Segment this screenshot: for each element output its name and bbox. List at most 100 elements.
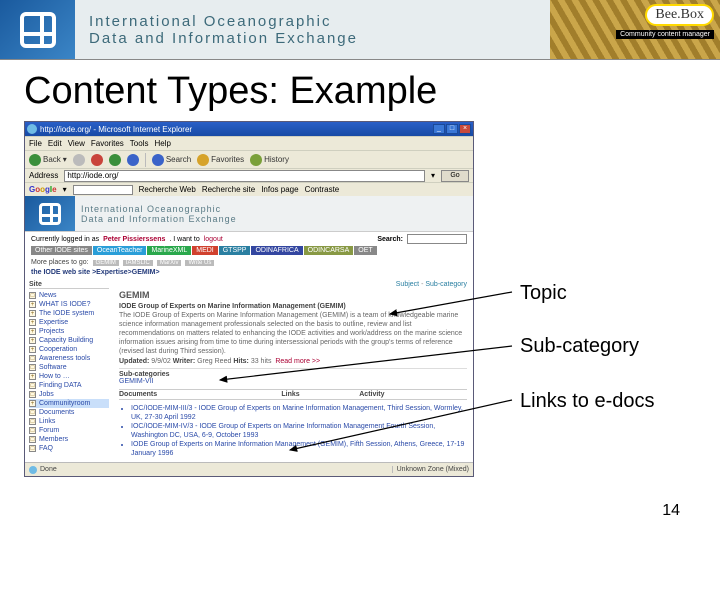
google-page-info[interactable]: Infos page xyxy=(261,185,298,194)
search-icon xyxy=(152,154,164,166)
forward-button[interactable] xyxy=(73,154,85,166)
menu-tools[interactable]: Tools xyxy=(130,139,149,148)
sidebar-item-cooperation[interactable]: +Cooperation xyxy=(29,345,109,354)
chip-writeus[interactable]: Write Us xyxy=(185,260,214,266)
chevron-down-icon[interactable]: ▾ xyxy=(431,171,435,180)
tab-odinafrica[interactable]: ODINAFRICA xyxy=(251,246,302,255)
tab-marinexml[interactable]: MarineXML xyxy=(147,246,191,255)
stop-button[interactable] xyxy=(91,154,103,166)
doc-link[interactable]: IOC/IODE-MIM-III/3 - IODE Group of Exper… xyxy=(131,404,467,422)
tab-gtspp[interactable]: GTSPP xyxy=(219,246,251,255)
maximize-icon[interactable]: □ xyxy=(446,124,458,134)
beebox-label: Bee.Box xyxy=(645,4,714,26)
forward-icon xyxy=(73,154,85,166)
menu-view[interactable]: View xyxy=(68,139,85,148)
sidebar-header: Site xyxy=(29,281,109,289)
subcategory-link[interactable]: GEMIM-VII xyxy=(119,378,154,385)
refresh-icon xyxy=(109,154,121,166)
plus-icon: + xyxy=(29,301,36,308)
logout-link[interactable]: logout xyxy=(204,236,223,243)
address-input[interactable] xyxy=(64,170,425,182)
iode-logo xyxy=(0,0,75,59)
chip-iamslic[interactable]: IAMSLIC xyxy=(123,260,153,266)
tab-activity[interactable]: Activity xyxy=(359,389,467,399)
google-site-search[interactable]: Recherche site xyxy=(202,185,255,194)
chip-marxiv[interactable]: MarXiv xyxy=(157,260,182,266)
status-bar: Done Unknown Zone (Mixed) xyxy=(25,462,473,476)
sidebar-item-communityroom[interactable]: +Communityroom xyxy=(29,399,109,408)
google-search-input[interactable] xyxy=(73,185,133,195)
plus-icon: + xyxy=(29,337,36,344)
back-button[interactable]: Back▾ xyxy=(29,154,67,166)
sidebar-item-finding-data[interactable]: □Finding DATA xyxy=(29,381,109,390)
search-button[interactable]: Search xyxy=(152,154,191,166)
tab-oet[interactable]: OET xyxy=(354,246,376,255)
sidebar-item-jobs[interactable]: □Jobs xyxy=(29,390,109,399)
sidebar-item-links[interactable]: □Links xyxy=(29,417,109,426)
tab-links[interactable]: Links xyxy=(281,389,359,399)
menu-file[interactable]: File xyxy=(29,139,42,148)
content-tabs: Documents Links Activity xyxy=(119,389,467,400)
tab-other-sites[interactable]: Other IODE sites xyxy=(31,246,92,255)
stop-icon xyxy=(91,154,103,166)
tab-documents[interactable]: Documents xyxy=(119,389,281,399)
crumb-subject[interactable]: Subject xyxy=(396,281,419,288)
favorites-button[interactable]: Favorites xyxy=(197,154,244,166)
read-more-link[interactable]: Read more >> xyxy=(275,358,320,365)
search-input[interactable] xyxy=(407,234,467,244)
subcategory-label: Sub-categories xyxy=(119,368,467,378)
chevron-down-icon: ▾ xyxy=(63,155,67,164)
sidebar-item-news[interactable]: □News xyxy=(29,291,109,300)
refresh-button[interactable] xyxy=(109,154,121,166)
globe-icon xyxy=(29,466,37,474)
main-content: Subject - Sub-category GEMIM IODE Group … xyxy=(113,277,473,462)
minimize-icon[interactable]: _ xyxy=(433,124,445,134)
login-user: Peter Pissierssens xyxy=(103,236,165,243)
menu-favorites[interactable]: Favorites xyxy=(91,139,124,148)
folder-icon: □ xyxy=(29,364,36,371)
beebox-logo: Bee.Box Community content manager xyxy=(550,0,720,59)
sidebar-item-documents[interactable]: □Documents xyxy=(29,408,109,417)
tab-medi[interactable]: MEDI xyxy=(192,246,218,255)
go-button[interactable]: Go xyxy=(441,170,469,182)
tab-oceanteacher[interactable]: OceanTeacher xyxy=(93,246,147,255)
home-button[interactable] xyxy=(127,154,139,166)
folder-icon: □ xyxy=(29,391,36,398)
menu-help[interactable]: Help xyxy=(154,139,170,148)
sidebar-item-expertise[interactable]: +Expertise xyxy=(29,318,109,327)
folder-icon: □ xyxy=(29,355,36,362)
folder-icon: □ xyxy=(29,445,36,452)
context-crumbs: Subject - Sub-category xyxy=(119,281,467,288)
sidebar-item-forum[interactable]: □Forum xyxy=(29,426,109,435)
beebox-sub: Community content manager xyxy=(616,30,714,39)
sidebar-item-what-is-iode[interactable]: +WHAT IS IODE? xyxy=(29,300,109,309)
topic-description: IODE Group of Experts on Marine Informat… xyxy=(119,302,467,357)
sidebar-item-software[interactable]: □Software xyxy=(29,363,109,372)
window-title: http://iode.org/ - Microsoft Internet Ex… xyxy=(40,125,192,134)
status-done: Done xyxy=(40,466,57,473)
plus-icon: + xyxy=(29,310,36,317)
page-content: International Oceanographic Data and Inf… xyxy=(25,196,473,462)
crumb-subcategory[interactable]: Sub-category xyxy=(425,281,467,288)
menu-edit[interactable]: Edit xyxy=(48,139,62,148)
sidebar-item-faq[interactable]: □FAQ xyxy=(29,444,109,453)
close-icon[interactable]: × xyxy=(459,124,471,134)
google-web-search[interactable]: Recherche Web xyxy=(139,185,196,194)
sidebar-item-howto[interactable]: +How to … xyxy=(29,372,109,381)
sidebar-item-projects[interactable]: +Projects xyxy=(29,327,109,336)
doc-link[interactable]: IODE Group of Experts on Marine Informat… xyxy=(131,440,467,458)
address-label: Address xyxy=(29,171,58,180)
folder-icon: □ xyxy=(29,382,36,389)
chip-gemim[interactable]: GEMIM xyxy=(93,260,119,266)
sidebar-item-iode-system[interactable]: +The IODE system xyxy=(29,309,109,318)
sidebar-item-awareness[interactable]: □Awareness tools xyxy=(29,354,109,363)
doc-link[interactable]: IOC/IODE-MIM-IV/3 - IODE Group of Expert… xyxy=(131,422,467,440)
org-name-line1: International Oceanographic xyxy=(89,13,536,30)
sidebar-item-capacity[interactable]: +Capacity Building xyxy=(29,336,109,345)
history-button[interactable]: History xyxy=(250,154,289,166)
tab-odincarsa[interactable]: ODINCARSA xyxy=(304,246,354,255)
breadcrumb: the IODE web site >Expertise>GEMIM> xyxy=(25,268,473,277)
sidebar-item-members[interactable]: □Members xyxy=(29,435,109,444)
google-contrast[interactable]: Contraste xyxy=(305,185,340,194)
address-bar: Address ▾ Go xyxy=(25,168,473,182)
